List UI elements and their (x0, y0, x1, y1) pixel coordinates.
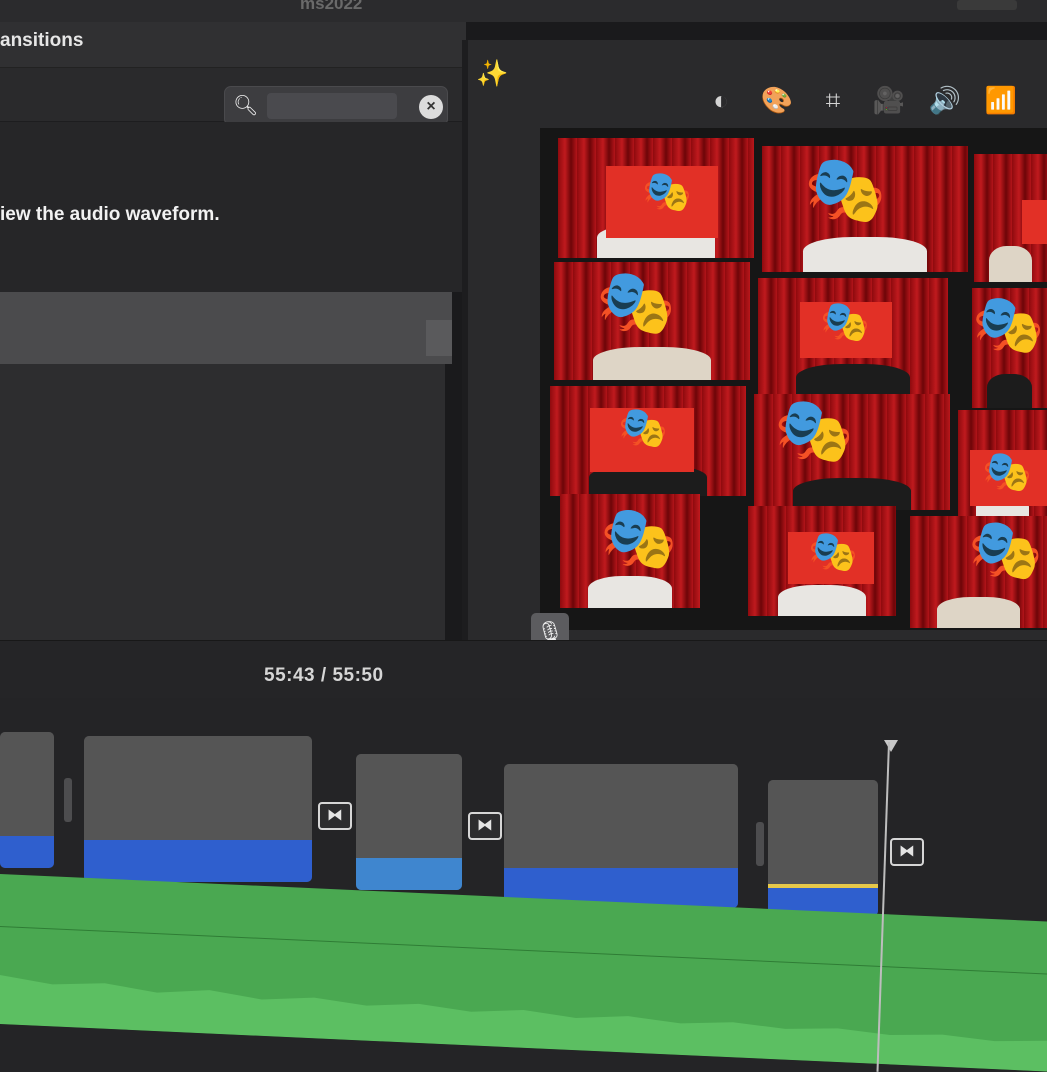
browser-search-row: 🔍︎▾ × (0, 68, 466, 139)
clip-thumbnail (0, 732, 54, 836)
browser-hint-panel: iew the audio waveform. (0, 122, 462, 292)
theater-mask-icon: 🎭 (982, 450, 1032, 494)
preview-tile: 🎭 (758, 278, 948, 398)
theater-mask-icon: 🎭 (774, 394, 854, 466)
person-figure (588, 576, 672, 608)
browser-content-area (0, 364, 445, 640)
window-title: ms2022 (300, 0, 363, 13)
person-figure (777, 585, 867, 616)
tab-transitions[interactable]: ansitions (0, 30, 83, 52)
clip-audio-waveform (356, 858, 462, 890)
preview-tile: 🎭 (558, 138, 754, 258)
transition-icon[interactable]: ⧓ (318, 802, 352, 830)
clip-handle[interactable] (756, 822, 764, 866)
playhead-handle[interactable] (884, 740, 898, 752)
person-figure (937, 596, 1020, 628)
timecode-display: 55:43 / 55:50 (264, 665, 384, 687)
clip-thumbnail (84, 736, 312, 840)
browser-tab-bar: ansitions (0, 22, 466, 68)
transition-icon[interactable]: ⧓ (890, 838, 924, 866)
clip-thumbnail (356, 754, 462, 858)
music-volume-line[interactable] (0, 926, 1047, 975)
scrollbar-thumb[interactable] (426, 320, 452, 356)
video-clip[interactable] (84, 736, 312, 882)
clear-search-icon[interactable]: × (419, 95, 443, 119)
redaction-box (1022, 200, 1047, 244)
hint-text: iew the audio waveform. (0, 204, 220, 225)
total-duration: 55:50 (332, 665, 384, 686)
theater-mask-icon: 🎭 (618, 406, 668, 450)
video-preview[interactable]: 🎭 🎭 🎭 🎭 🎭 🎭 🎭 🎭 🎭 🎭 🎭 (540, 128, 1047, 630)
browser-scroll-strip[interactable] (0, 292, 452, 364)
current-time: 55:43 (264, 665, 316, 686)
color-balance-icon[interactable]: ◐ (702, 80, 740, 120)
preview-tile: 🎭 (958, 410, 1047, 526)
theater-mask-icon: 🎭 (972, 292, 1045, 357)
viewer-toolbar: ◐ 🎨 ⌗ 🎥 🔊 📶 (702, 80, 1020, 120)
preview-tile: 🎭 (550, 386, 746, 496)
magic-wand-icon[interactable]: ✨ (476, 58, 508, 89)
preview-tile (974, 154, 1047, 282)
theater-mask-icon: 🎭 (642, 170, 692, 214)
window-titlebar: ms2022 (0, 0, 1047, 22)
transition-icon[interactable]: ⧓ (468, 812, 502, 840)
person-figure (593, 346, 711, 380)
clip-handle[interactable] (64, 778, 72, 822)
search-field[interactable]: 🔍︎▾ × (224, 86, 448, 139)
preview-tile: 🎭 (754, 394, 950, 510)
theater-mask-icon: 🎭 (808, 530, 858, 574)
person-figure (803, 236, 927, 272)
clip-thumbnail (768, 780, 878, 884)
video-clip[interactable] (356, 754, 462, 890)
theater-mask-icon: 🎭 (596, 266, 676, 338)
preview-tile: 🎭 (560, 494, 700, 608)
theater-mask-icon: 🎭 (820, 300, 870, 344)
person-figure (987, 374, 1032, 408)
search-icon[interactable]: 🔍︎▾ (233, 95, 267, 139)
preview-tile: 🎭 (554, 262, 750, 380)
theater-mask-icon: 🎭 (600, 504, 678, 573)
time-separator: / (320, 665, 327, 686)
equalizer-icon[interactable]: 📶 (982, 80, 1020, 120)
titlebar-status (957, 0, 1017, 10)
crop-icon[interactable]: ⌗ (814, 80, 852, 120)
preview-tile: 🎭 (972, 288, 1047, 408)
theater-mask-icon: 🎭 (804, 152, 887, 226)
search-input[interactable] (267, 93, 397, 119)
color-palette-icon[interactable]: 🎨 (758, 80, 796, 120)
volume-icon[interactable]: 🔊 (926, 80, 964, 120)
playback-bar: 55:43 / 55:50 (0, 640, 1047, 698)
video-clip[interactable] (504, 764, 738, 908)
preview-tile: 🎭 (762, 146, 968, 272)
preview-tile: 🎭 (748, 506, 896, 616)
person-figure (796, 364, 910, 398)
person-figure (988, 246, 1033, 282)
clip-thumbnail (504, 764, 738, 868)
theater-mask-icon: 🎭 (968, 516, 1043, 583)
video-clip[interactable] (0, 732, 54, 868)
video-clip[interactable] (768, 780, 878, 916)
preview-tile: 🎭 (910, 516, 1047, 628)
clip-audio-waveform (84, 840, 312, 882)
stabilization-camera-icon[interactable]: 🎥 (870, 80, 908, 120)
clip-audio-waveform (0, 836, 54, 868)
